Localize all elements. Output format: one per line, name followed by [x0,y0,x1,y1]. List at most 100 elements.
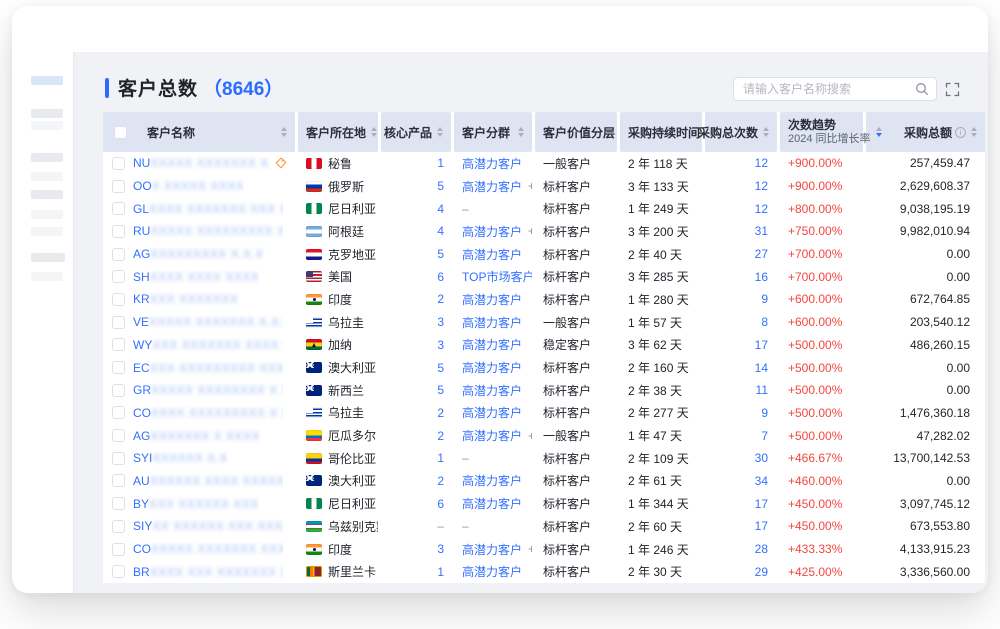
customer-name-link[interactable]: AGXXXXXXX X XXXX [133,429,260,443]
sidebar-item-placeholder[interactable] [31,172,63,181]
column-header-trend[interactable]: 次数趋势 2024 同比增长率 [780,112,863,152]
purchase-count-link[interactable]: 31 [755,224,768,238]
segment-link[interactable]: 高潜力客户 [462,541,522,558]
sidebar-item-placeholder[interactable] [31,272,63,281]
customer-name-link[interactable]: AGXXXXXXXXX X.X.X [133,247,264,261]
purchase-count-link[interactable]: 28 [755,542,768,556]
row-checkbox[interactable] [112,474,125,487]
purchase-count-link[interactable]: 11 [756,383,768,397]
customer-name-link[interactable]: GRXXXXX XXXXXXXX X XXXXX [133,383,283,397]
sort-caret-icon[interactable] [437,127,443,137]
core-products-count[interactable]: 3 [437,315,444,329]
row-checkbox[interactable] [112,543,125,556]
row-checkbox[interactable] [112,565,125,578]
sidebar-item-placeholder[interactable] [31,109,63,118]
core-products-count[interactable]: 1 [437,451,444,465]
row-checkbox[interactable] [112,384,125,397]
column-header-products[interactable]: 核心产品 [381,112,451,152]
column-header-name[interactable]: 客户名称 [103,112,295,152]
customer-name-link[interactable]: BYXXX XXXXXX XXX [133,497,259,511]
core-products-count[interactable]: 6 [437,497,444,511]
purchase-count-link[interactable]: 16 [755,270,768,284]
search-icon[interactable] [915,82,929,96]
core-products-count[interactable]: 2 [437,474,444,488]
purchase-count-link[interactable]: 9 [761,406,768,420]
core-products-count[interactable]: 2 [437,406,444,420]
sidebar-item-placeholder[interactable] [31,227,63,236]
segment-link[interactable]: 高潜力客户 [462,563,522,580]
core-products-count[interactable]: 6 [437,270,444,284]
column-header-group[interactable]: 客户分群 [454,112,532,152]
purchase-count-link[interactable]: 12 [755,156,768,170]
select-all-checkbox[interactable] [114,126,127,139]
row-checkbox[interactable] [112,497,125,510]
customer-name-link[interactable]: ECXXX XXXXXXXXX XXX XXXXXXX [133,361,283,375]
sort-caret-icon[interactable] [371,127,377,137]
core-products-count[interactable]: 3 [437,542,444,556]
purchase-count-link[interactable]: 17 [755,519,768,533]
sidebar-item-placeholder[interactable] [31,76,63,85]
segment-link[interactable]: 高潜力客户 [462,359,522,376]
customer-name-link[interactable]: SHXXXX XXXX XXXX [133,270,259,284]
segment-link[interactable]: 高潜力客户 [462,246,522,263]
customer-name-link[interactable]: NUXXXXX XXXXXXX X.X.X [133,156,270,170]
sort-caret-icon[interactable] [876,127,882,137]
row-checkbox[interactable] [112,202,125,215]
core-products-count[interactable]: 2 [437,292,444,306]
core-products-count[interactable]: 4 [437,224,444,238]
core-products-count[interactable]: 1 [437,156,444,170]
row-checkbox[interactable] [112,520,125,533]
customer-name-link[interactable]: BRXXXX XXX XXXXXXX XXLTD [133,565,283,579]
sidebar-item-placeholder[interactable] [31,210,63,219]
segment-link[interactable]: 高潜力客户 [462,291,522,308]
column-header-location[interactable]: 客户所在地 [298,112,378,152]
purchase-count-link[interactable]: 7 [761,429,768,443]
sort-caret-icon[interactable] [518,127,524,137]
segment-link[interactable]: 高潜力客户 [462,427,522,444]
info-icon[interactable]: i [955,127,966,138]
core-products-count[interactable]: 2 [437,429,444,443]
segment-link[interactable]: 高潜力客户 [462,336,522,353]
row-checkbox[interactable] [112,293,125,306]
column-header-count[interactable]: 采购总次数 [705,112,777,152]
core-products-count[interactable]: 5 [437,247,444,261]
column-header-duration[interactable]: 采购持续时间 [620,112,702,152]
purchase-count-link[interactable]: 27 [755,247,768,261]
sort-caret-icon[interactable] [281,127,287,137]
core-products-count[interactable]: 1 [437,565,444,579]
customer-name-link[interactable]: VEXXXXX XXXXXXX X.X.X [133,315,283,329]
customer-search-box[interactable] [733,77,937,101]
customer-name-link[interactable]: GLXXXX XXXXXXX XXX XXXXCA... [133,202,283,216]
row-checkbox[interactable] [112,338,125,351]
segment-link[interactable]: 高潜力客户 [462,404,522,421]
purchase-count-link[interactable]: 34 [755,474,768,488]
segment-link[interactable]: 高潜力客户 [462,382,522,399]
purchase-count-link[interactable]: 14 [755,361,768,375]
purchase-count-link[interactable]: 12 [755,179,768,193]
row-checkbox[interactable] [112,406,125,419]
purchase-count-link[interactable]: 9 [761,292,768,306]
segment-link[interactable]: 高潜力客户 [462,178,522,195]
row-checkbox[interactable] [112,270,125,283]
segment-link[interactable]: 高潜力客户 [462,223,522,240]
purchase-count-link[interactable]: 17 [755,338,768,352]
purchase-count-link[interactable]: 29 [755,565,768,579]
core-products-count[interactable]: 5 [437,179,444,193]
customer-name-link[interactable]: OOX XXXXX XXXX [133,179,244,193]
customer-name-link[interactable]: COXXXXX XXXXXXX XXXXXE ... [133,542,283,556]
sort-caret-icon[interactable] [971,127,977,137]
segment-link[interactable]: 高潜力客户 [462,155,522,172]
purchase-count-link[interactable]: 8 [761,315,768,329]
customer-name-link[interactable]: AUXXXXXX XXXX XXXXX XXXP... [133,474,283,488]
row-checkbox[interactable] [112,316,125,329]
customer-name-link[interactable]: KRXXX XXXXXXX [133,292,239,306]
customer-name-link[interactable]: COXXXX XXXXXXXXX X XXXXR... [133,406,283,420]
expand-fullscreen-icon[interactable] [945,82,960,97]
core-products-count[interactable]: 4 [437,202,444,216]
row-checkbox[interactable] [112,180,125,193]
row-checkbox[interactable] [112,452,125,465]
row-checkbox[interactable] [112,157,125,170]
sidebar-item-placeholder[interactable] [31,190,63,199]
sidebar-item-placeholder[interactable] [31,121,63,130]
core-products-count[interactable]: 5 [437,383,444,397]
